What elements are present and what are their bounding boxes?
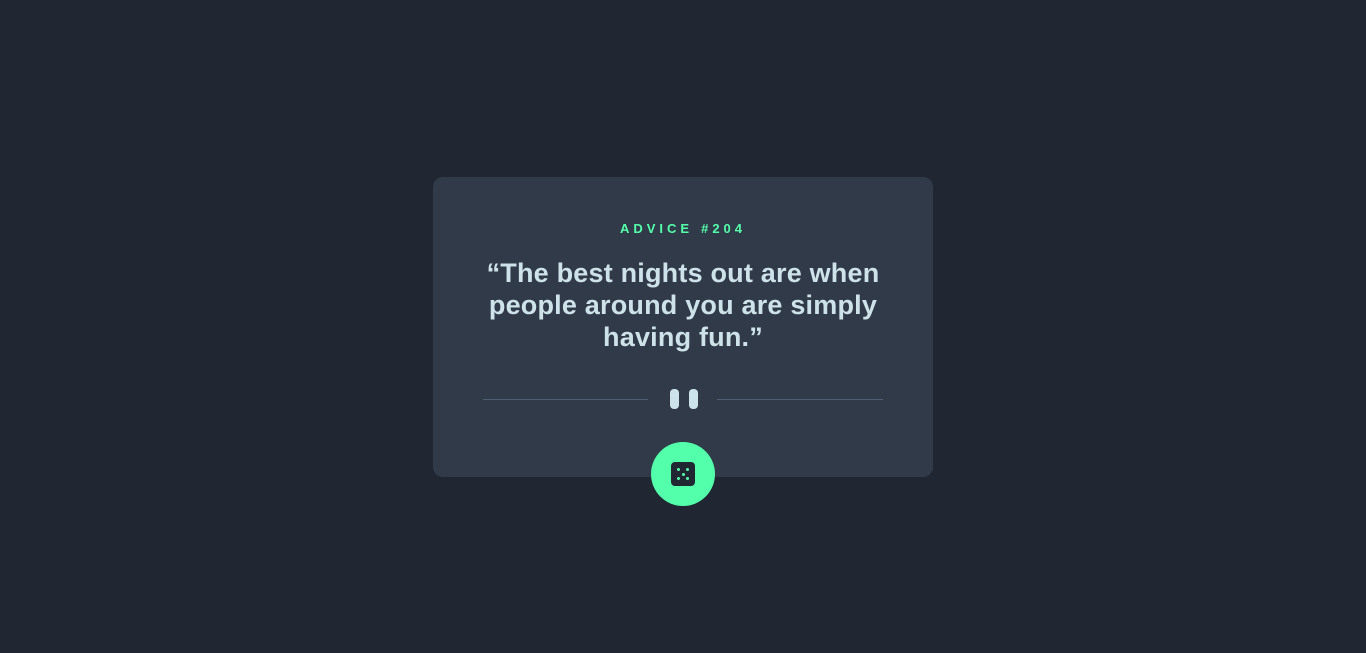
dice-dot (681, 472, 685, 476)
divider (483, 388, 883, 410)
dice-dot (677, 477, 680, 480)
advice-id: Advice #204 (433, 221, 933, 236)
page: Advice #204 “The best nights out are when… (0, 0, 1366, 653)
dice-dot (677, 468, 680, 471)
new-advice-button[interactable] (651, 442, 715, 506)
pause-icon (670, 389, 698, 409)
advice-card: Advice #204 “The best nights out are when… (433, 177, 933, 477)
divider-line-right (717, 399, 883, 400)
advice-quote: “The best nights out are when people aro… (486, 258, 880, 352)
advice-label: Advice (619, 221, 694, 236)
advice-number: #204 (701, 221, 747, 236)
divider-line-left (483, 399, 648, 400)
dice-dot (686, 468, 689, 471)
pause-bar-right (689, 389, 698, 409)
dice-dot (686, 477, 689, 480)
pause-bar-left (670, 389, 679, 409)
dice-icon (671, 462, 695, 486)
